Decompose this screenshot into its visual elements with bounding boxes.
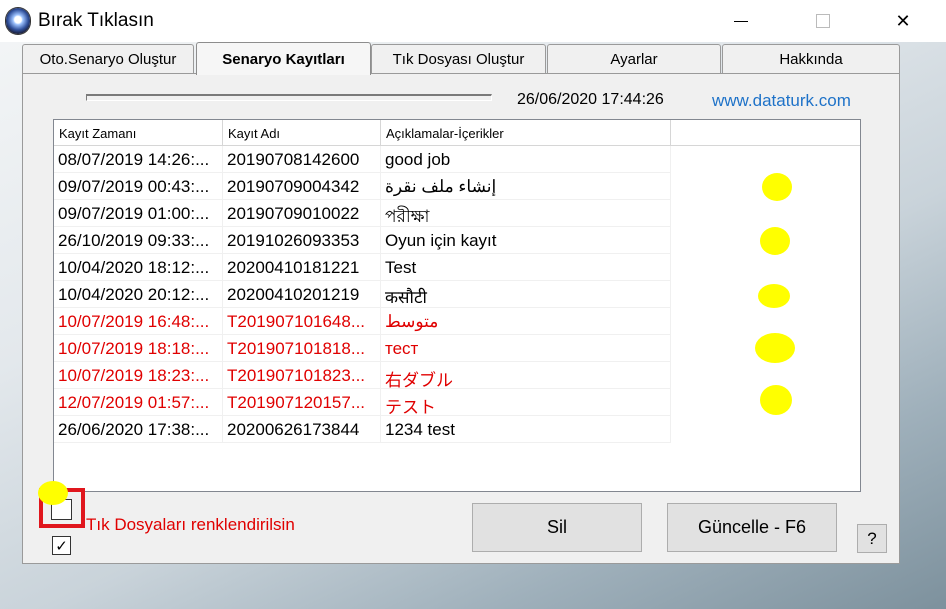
table-row[interactable]: 10/07/2019 18:18:... T201907101818... тест	[54, 335, 860, 362]
cell-desc: good job	[381, 146, 671, 173]
window-title: Bırak Tıklasın	[38, 10, 154, 31]
tab-tik-dosyasi[interactable]: Tık Dosyası Oluştur	[371, 44, 546, 73]
cell-time: 09/07/2019 00:43:...	[54, 173, 223, 200]
cell-name: 20200410201219	[223, 281, 381, 308]
help-button[interactable]: ?	[857, 524, 887, 553]
second-checkbox[interactable]: ✓	[52, 536, 71, 555]
table-row[interactable]: 10/07/2019 18:23:... T201907101823... 右ダブル	[54, 362, 860, 389]
table-row[interactable]: 10/04/2020 20:12:... 20200410201219 कसौटी	[54, 281, 860, 308]
records-list[interactable]: Kayıt Zamanı Kayıt Adı Açıklamalar-İçeri…	[53, 119, 861, 492]
cell-time: 12/07/2019 01:57:...	[54, 389, 223, 416]
column-header-filler	[671, 120, 860, 146]
cell-time: 10/04/2020 18:12:...	[54, 254, 223, 281]
cell-desc: إنشاء ملف نقرة	[381, 173, 671, 200]
cell-name: T201907120157...	[223, 389, 381, 416]
table-row[interactable]: 09/07/2019 00:43:... 20190709004342 إنشاء …	[54, 173, 860, 200]
cell-desc: Oyun için kayıt	[381, 227, 671, 254]
highlight-marker	[760, 385, 792, 415]
tab-oto-senaryo[interactable]: Oto.Senaryo Oluştur	[22, 44, 194, 73]
column-header-name[interactable]: Kayıt Adı	[223, 120, 381, 146]
table-row[interactable]: 10/04/2020 18:12:... 20200410181221 Test	[54, 254, 860, 281]
cell-time: 10/04/2020 20:12:...	[54, 281, 223, 308]
cell-name: 20190709004342	[223, 173, 381, 200]
current-datetime: 26/06/2020 17:44:26	[517, 91, 664, 108]
table-row[interactable]: 08/07/2019 14:26:... 20190708142600 good j…	[54, 146, 860, 173]
delete-button[interactable]: Sil	[472, 503, 642, 552]
cell-desc: कसौटी	[381, 281, 671, 308]
column-header-time[interactable]: Kayıt Zamanı	[54, 120, 223, 146]
table-row[interactable]: 09/07/2019 01:00:... 20190709010022 পরীক্ষ…	[54, 200, 860, 227]
table-row[interactable]: 10/07/2019 16:48:... T201907101648... متوس…	[54, 308, 860, 335]
app-icon	[6, 8, 30, 34]
close-button[interactable]: ✕	[880, 0, 926, 42]
cell-name: 20190709010022	[223, 200, 381, 227]
cell-desc: テスト	[381, 389, 671, 416]
close-icon: ✕	[895, 10, 911, 32]
highlight-marker	[760, 227, 790, 255]
refresh-button[interactable]: Güncelle - F6	[667, 503, 837, 552]
cell-time: 26/10/2019 09:33:...	[54, 227, 223, 254]
cell-time: 08/07/2019 14:26:...	[54, 146, 223, 173]
cell-desc: 1234 test	[381, 416, 671, 443]
highlight-marker	[755, 333, 795, 363]
progress-bar	[86, 94, 492, 101]
table-row[interactable]: 12/07/2019 01:57:... T201907120157... テスト	[54, 389, 860, 416]
maximize-icon	[816, 14, 830, 28]
cell-name: 20200410181221	[223, 254, 381, 281]
cell-desc: тест	[381, 335, 671, 362]
minimize-icon	[734, 20, 748, 22]
table-row[interactable]: 26/10/2019 09:33:... 20191026093353 Oyun i…	[54, 227, 860, 254]
minimize-button[interactable]	[718, 0, 764, 42]
website-link[interactable]: www.dataturk.com	[712, 91, 851, 111]
highlight-marker	[762, 173, 792, 201]
cell-name: T201907101823...	[223, 362, 381, 389]
cell-time: 10/07/2019 18:23:...	[54, 362, 223, 389]
highlight-marker	[38, 481, 68, 505]
cell-name: T201907101818...	[223, 335, 381, 362]
colorize-label: Tık Dosyaları renklendirilsin	[86, 515, 295, 534]
cell-time: 10/07/2019 16:48:...	[54, 308, 223, 335]
cell-desc: Test	[381, 254, 671, 281]
cell-desc: 右ダブル	[381, 362, 671, 389]
cell-name: 20200626173844	[223, 416, 381, 443]
cell-desc: متوسط	[381, 308, 671, 335]
cell-name: 20190708142600	[223, 146, 381, 173]
column-header-desc[interactable]: Açıklamalar-İçerikler	[381, 120, 671, 146]
title-bar: Bırak Tıklasın ✕	[0, 0, 946, 42]
maximize-button[interactable]	[800, 0, 846, 42]
highlight-marker	[758, 284, 790, 308]
check-icon: ✓	[55, 536, 68, 555]
tab-senaryo-kayitlari[interactable]: Senaryo Kayıtları	[196, 42, 371, 75]
cell-time: 26/06/2020 17:38:...	[54, 416, 223, 443]
cell-desc: পরীক্ষা	[381, 200, 671, 227]
cell-name: 20191026093353	[223, 227, 381, 254]
table-row[interactable]: 26/06/2020 17:38:... 20200626173844 1234 t…	[54, 416, 860, 443]
cell-time: 10/07/2019 18:18:...	[54, 335, 223, 362]
cell-name: T201907101648...	[223, 308, 381, 335]
tab-hakkinda[interactable]: Hakkında	[722, 44, 900, 73]
cell-time: 09/07/2019 01:00:...	[54, 200, 223, 227]
tab-ayarlar[interactable]: Ayarlar	[547, 44, 721, 73]
